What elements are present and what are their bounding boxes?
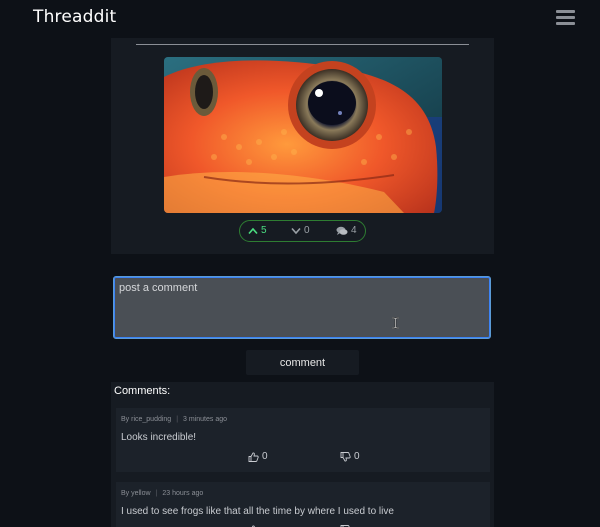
comment-text: Looks incredible!: [121, 432, 197, 443]
frog-image: [164, 57, 442, 213]
comment-count: 4: [351, 225, 357, 236]
chevron-down-icon: [291, 227, 301, 235]
comment-time: 3 minutes ago: [183, 416, 228, 423]
chevron-up-icon: [248, 227, 258, 235]
comment-card: By rice_pudding | 3 minutes ago Looks in…: [116, 408, 490, 472]
hamburger-icon[interactable]: [556, 9, 575, 26]
post-image[interactable]: [164, 57, 442, 213]
navbar: Threaddit: [0, 0, 600, 36]
meta-separator: |: [176, 416, 179, 423]
comments-count-button[interactable]: 4: [336, 224, 357, 238]
downvote-button[interactable]: 0: [291, 224, 310, 238]
comment-input[interactable]: [113, 276, 491, 339]
downvote-count: 0: [304, 225, 310, 236]
like-button[interactable]: 0: [248, 451, 268, 462]
comment-meta: By rice_pudding | 3 minutes ago: [121, 416, 227, 423]
comment-time: 23 hours ago: [162, 490, 204, 497]
upvote-count: 5: [261, 225, 267, 236]
comment-card: By yellow | 23 hours ago I used to see f…: [116, 482, 490, 527]
comments-header: Comments:: [114, 385, 171, 397]
thumbs-up-icon: [248, 452, 259, 462]
comments-icon: [336, 226, 348, 235]
comment-text: I used to see frogs like that all the ti…: [121, 506, 394, 517]
dislike-button[interactable]: 0: [340, 451, 360, 462]
comments-panel: Comments: By rice_pudding | 3 minutes ag…: [111, 382, 494, 527]
comment-author[interactable]: By yellow: [121, 490, 151, 497]
post-card: 5 0 4: [111, 38, 494, 254]
submit-comment-button[interactable]: comment: [246, 350, 359, 375]
upvote-button[interactable]: 5: [248, 224, 267, 238]
post-vote-bar: 5 0 4: [239, 220, 366, 242]
meta-separator: |: [155, 490, 158, 497]
thumbs-down-icon: [340, 451, 351, 461]
dislike-count: 0: [354, 451, 360, 462]
divider: [136, 44, 469, 45]
comment-meta: By yellow | 23 hours ago: [121, 490, 203, 497]
like-count: 0: [262, 451, 268, 462]
comment-author[interactable]: By rice_pudding: [121, 416, 171, 423]
brand-title[interactable]: Threaddit: [33, 7, 116, 27]
